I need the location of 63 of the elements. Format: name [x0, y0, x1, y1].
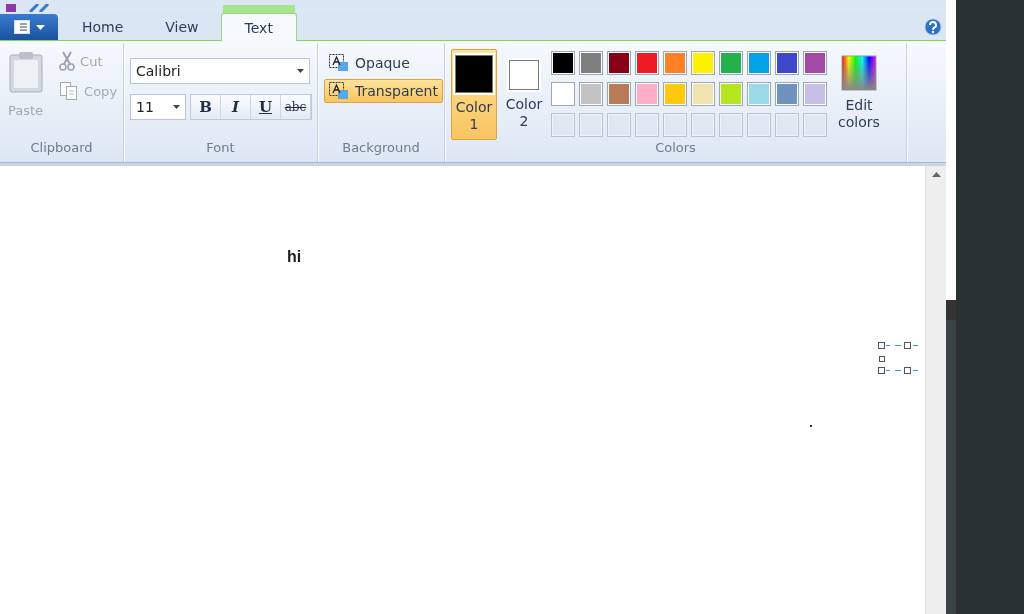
palette-color[interactable] [747, 51, 771, 75]
italic-button[interactable]: I [221, 95, 251, 119]
canvas-text: hi [287, 248, 302, 266]
palette-color[interactable] [803, 51, 827, 75]
palette-color[interactable] [803, 82, 827, 106]
document-icon [13, 20, 30, 34]
color-selector-button[interactable]: Color 2 [505, 49, 543, 140]
caret-icon [173, 105, 180, 109]
background-option[interactable]: Transparent [324, 79, 443, 103]
empty-color-slot[interactable] [607, 113, 631, 137]
empty-color-slot[interactable] [775, 113, 799, 137]
text-frame-icon [329, 82, 349, 100]
vertical-scrollbar[interactable] [925, 166, 946, 614]
empty-color-slot[interactable] [719, 113, 743, 137]
palette-color[interactable] [775, 51, 799, 75]
edit-colors-button[interactable]: Edit colors [835, 49, 883, 140]
ribbon-tab[interactable]: Home [62, 14, 144, 40]
palette-color[interactable] [691, 51, 715, 75]
empty-color-slot[interactable] [747, 113, 771, 137]
palette-color[interactable] [719, 82, 743, 106]
toolbar-icon[interactable] [4, 4, 18, 12]
palette-color[interactable] [579, 51, 603, 75]
background-option[interactable]: Opaque [324, 51, 443, 75]
palette-color[interactable] [719, 51, 743, 75]
palette-color[interactable] [551, 51, 575, 75]
caret-icon [35, 24, 45, 30]
scissors-icon [59, 51, 76, 71]
palette-color[interactable] [607, 51, 631, 75]
underline-button[interactable]: U [251, 95, 281, 119]
empty-color-slot[interactable] [551, 113, 575, 137]
palette-color[interactable] [663, 51, 687, 75]
palette-color[interactable] [579, 82, 603, 106]
help-icon[interactable] [924, 18, 942, 36]
empty-color-slot[interactable] [803, 113, 827, 137]
palette-color[interactable] [747, 82, 771, 106]
scroll-up-icon[interactable] [931, 172, 941, 177]
color-spectrum-icon [841, 55, 877, 91]
group-label: Background [341, 140, 421, 157]
group-label: Font [205, 140, 236, 157]
palette-color[interactable] [691, 82, 715, 106]
app-menu-button[interactable] [0, 14, 58, 40]
palette-color[interactable] [551, 82, 575, 106]
palette-color[interactable] [775, 82, 799, 106]
ribbon-tab[interactable]: View [145, 14, 219, 40]
empty-color-slot[interactable] [635, 113, 659, 137]
palette-color[interactable] [607, 82, 631, 106]
text-frame-icon [329, 54, 349, 72]
clipboard-icon [8, 51, 43, 93]
font-family-dropdown[interactable]: Calibri [130, 58, 310, 84]
empty-color-slot[interactable] [579, 113, 603, 137]
font-size-dropdown[interactable]: 11 [130, 94, 186, 120]
caret-icon [297, 69, 304, 73]
bold-button[interactable]: B [191, 95, 221, 119]
strikethrough-button[interactable]: abc [281, 95, 311, 119]
color-selector-button[interactable]: Color 1 [451, 49, 497, 140]
palette-color[interactable] [663, 82, 687, 106]
empty-color-slot[interactable] [663, 113, 687, 137]
group-label: Clipboard [29, 140, 94, 157]
empty-color-slot[interactable] [691, 113, 715, 137]
palette-color[interactable] [635, 51, 659, 75]
group-label: Colors [654, 140, 697, 157]
palette-color[interactable] [635, 82, 659, 106]
copy-icon [59, 81, 80, 101]
